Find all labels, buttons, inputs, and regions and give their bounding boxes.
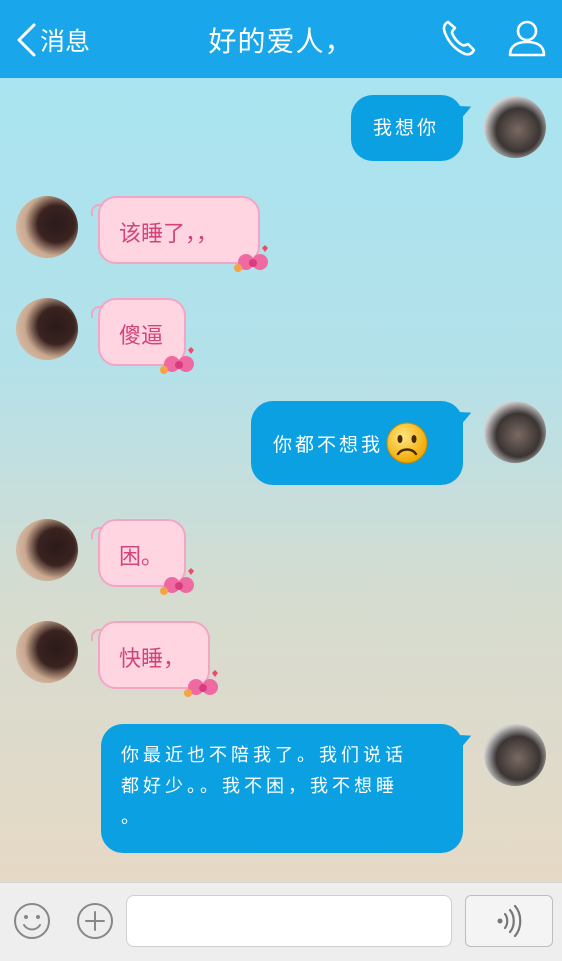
my-avatar[interactable] bbox=[484, 96, 546, 158]
message-text: 快睡， bbox=[119, 647, 186, 672]
message-bubble-outgoing[interactable]: 你最近也不陪我了。我们说话 都好少。。我不困，我不想睡 。 bbox=[101, 724, 463, 853]
phone-icon bbox=[442, 20, 476, 56]
call-button[interactable] bbox=[440, 18, 478, 62]
message-text-line: 。 bbox=[121, 807, 143, 828]
voice-button[interactable] bbox=[465, 895, 553, 947]
message-bubble-incoming[interactable]: 傻逼 bbox=[91, 298, 194, 374]
chat-header: 消息 好的爱人， bbox=[0, 0, 562, 78]
message-bubble-incoming[interactable]: 困。 bbox=[91, 519, 194, 595]
message-text: 你都不想我 bbox=[273, 433, 384, 456]
bow-decoration-icon bbox=[160, 347, 194, 374]
message-bubble-incoming[interactable]: 快睡， bbox=[91, 621, 218, 697]
plus-icon bbox=[77, 903, 113, 939]
message-bubble-outgoing[interactable]: 你都不想我 bbox=[251, 401, 463, 485]
emoji-button[interactable] bbox=[12, 901, 52, 945]
contact-avatar[interactable] bbox=[16, 298, 78, 360]
profile-button[interactable] bbox=[506, 18, 548, 62]
message-input[interactable] bbox=[126, 895, 452, 947]
message-text: 我想你 bbox=[373, 117, 440, 139]
my-avatar[interactable] bbox=[484, 724, 546, 786]
bow-decoration-icon bbox=[234, 245, 268, 272]
message-text-line: 你最近也不陪我了。我们说话 bbox=[121, 745, 407, 766]
smiley-icon bbox=[14, 903, 50, 939]
bow-decoration-icon bbox=[160, 568, 194, 595]
message-bubble-incoming[interactable]: 该睡了，， bbox=[91, 196, 268, 272]
contact-avatar[interactable] bbox=[16, 519, 78, 581]
bow-decoration-icon bbox=[184, 670, 218, 697]
message-text-line: 都好少。。我不困，我不想睡 bbox=[121, 776, 398, 797]
voice-icon bbox=[497, 904, 522, 938]
contact-avatar[interactable] bbox=[16, 196, 78, 258]
profile-icon bbox=[508, 20, 546, 57]
input-bar bbox=[0, 882, 562, 961]
message-text: 该睡了，， bbox=[119, 222, 219, 247]
chat-area[interactable]: 我想你 该睡了，， 傻逼 你都不想我 困。 快睡， 你最近也不陪我了。我们说话 … bbox=[0, 78, 562, 882]
contact-avatar[interactable] bbox=[16, 621, 78, 683]
message-bubble-outgoing[interactable]: 我想你 bbox=[351, 95, 463, 161]
my-avatar[interactable] bbox=[484, 401, 546, 463]
more-button[interactable] bbox=[75, 901, 115, 945]
message-text: 傻逼 bbox=[119, 324, 164, 349]
message-text: 困。 bbox=[119, 545, 164, 570]
sad-face-icon bbox=[386, 422, 428, 464]
